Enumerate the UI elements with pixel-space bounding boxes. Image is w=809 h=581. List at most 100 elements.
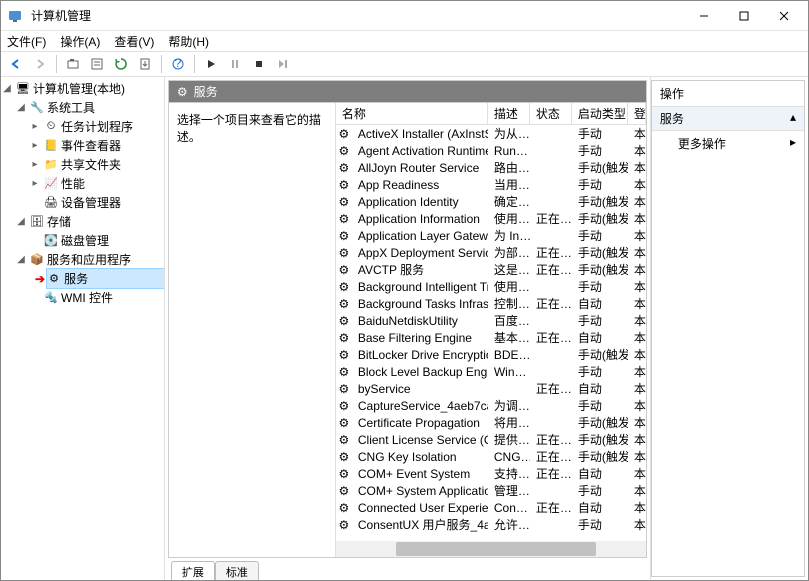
list-header: ⚙ 服务 xyxy=(168,80,647,102)
wmi-icon: 🔩 xyxy=(44,291,58,305)
gear-icon: ⚙ xyxy=(177,85,188,99)
pause-button[interactable] xyxy=(224,53,246,75)
gear-icon: ⚙ xyxy=(336,399,352,413)
gear-icon: ⚙ xyxy=(336,365,352,379)
gear-icon: ⚙ xyxy=(336,127,352,141)
svc-desc: Win… xyxy=(488,363,530,381)
services-list[interactable]: 名称 描述 状态 启动类型 登 ⚙ActiveX Installer (AxIn… xyxy=(336,103,646,557)
svc-name: CaptureService_4aeb7ca xyxy=(352,397,488,415)
svc-name: BitLocker Drive Encryption … xyxy=(352,346,488,364)
gear-icon: ⚙ xyxy=(336,178,352,192)
gear-icon: ⚙ xyxy=(336,161,352,175)
svc-status xyxy=(530,149,572,153)
menu-action[interactable]: 操作(A) xyxy=(60,33,100,50)
titlebar: 计算机管理 xyxy=(1,1,808,31)
svc-status xyxy=(530,166,572,170)
stop-button[interactable] xyxy=(248,53,270,75)
gear-icon: ⚙ xyxy=(336,246,352,260)
horizontal-scrollbar[interactable] xyxy=(336,541,646,557)
svc-status: 正在… xyxy=(530,208,572,229)
svc-status: 正在… xyxy=(530,497,572,518)
gear-icon: ⚙ xyxy=(336,314,352,328)
gear-icon: ⚙ xyxy=(336,433,352,447)
gear-icon: ⚙ xyxy=(336,195,352,209)
tab-standard[interactable]: 标准 xyxy=(215,561,259,580)
tree-disk-mgmt[interactable]: 💽磁盘管理 xyxy=(29,231,164,250)
gear-icon: ⚙ xyxy=(47,272,61,286)
maximize-button[interactable] xyxy=(724,1,764,31)
svc-status xyxy=(530,200,572,204)
gear-icon: ⚙ xyxy=(336,348,352,362)
help-button[interactable]: ? xyxy=(167,53,189,75)
svc-status: 正在… xyxy=(530,378,572,399)
tree-task-scheduler[interactable]: ▸⏲任务计划程序 xyxy=(29,117,164,136)
svc-name: ActiveX Installer (AxInstSV) xyxy=(352,125,488,143)
col-startup[interactable]: 启动类型 xyxy=(572,103,628,124)
svc-status: 正在… xyxy=(530,259,572,280)
tree-system-tools[interactable]: ◢🔧系统工具 xyxy=(15,98,164,117)
col-desc[interactable]: 描述 xyxy=(488,103,530,124)
tree-shared-folders[interactable]: ▸📁共享文件夹 xyxy=(29,155,164,174)
play-button[interactable] xyxy=(200,53,222,75)
tree-services-apps[interactable]: ◢📦服务和应用程序 xyxy=(15,250,164,269)
up-button[interactable] xyxy=(62,53,84,75)
svc-name: CNG Key Isolation xyxy=(352,448,488,466)
svc-name: Certificate Propagation xyxy=(352,414,488,432)
tree-device-manager[interactable]: 🖨设备管理器 xyxy=(29,193,164,212)
description-hint: 选择一个项目来查看它的描述。 xyxy=(177,113,321,144)
event-icon: 📒 xyxy=(44,139,58,153)
svc-desc: BDE… xyxy=(488,346,530,364)
actions-more[interactable]: 更多操作▸ xyxy=(652,131,804,156)
gear-icon: ⚙ xyxy=(336,229,352,243)
scrollbar-thumb[interactable] xyxy=(396,542,596,556)
svc-logon: 本 xyxy=(628,514,646,535)
service-row[interactable]: ⚙ConsentUX 用户服务_4aeb…允许…手动本 xyxy=(336,516,646,533)
tree-wmi[interactable]: 🔩WMI 控件 xyxy=(29,288,164,307)
svc-name: Application Identity xyxy=(352,193,488,211)
svc-name: Application Layer Gateway … xyxy=(352,227,488,245)
svc-name: byService xyxy=(352,380,488,398)
minimize-button[interactable] xyxy=(684,1,724,31)
column-headers[interactable]: 名称 描述 状态 启动类型 登 xyxy=(336,103,646,125)
svc-name: COM+ Event System xyxy=(352,465,488,483)
menu-help[interactable]: 帮助(H) xyxy=(168,33,209,50)
collapse-icon[interactable]: ▴ xyxy=(790,110,796,127)
gear-icon: ⚙ xyxy=(336,484,352,498)
gear-icon: ⚙ xyxy=(336,382,352,396)
refresh-button[interactable] xyxy=(110,53,132,75)
svc-status: 正在… xyxy=(530,327,572,348)
svc-status xyxy=(530,234,572,238)
svc-status xyxy=(530,370,572,374)
svc-name: Base Filtering Engine xyxy=(352,329,488,347)
navigation-tree[interactable]: ◢🖥计算机管理(本地) ◢🔧系统工具 ▸⏲任务计划程序 ▸📒事件查看器 ▸📁共享… xyxy=(1,77,165,580)
tree-services[interactable]: ⚙服务 xyxy=(47,269,164,288)
svc-status xyxy=(530,132,572,136)
svc-name: AllJoyn Router Service xyxy=(352,159,488,177)
col-status[interactable]: 状态 xyxy=(530,103,572,124)
col-logon[interactable]: 登 xyxy=(628,103,646,124)
gear-icon: ⚙ xyxy=(336,416,352,430)
tree-root[interactable]: ◢🖥计算机管理(本地) xyxy=(1,79,164,98)
actions-category[interactable]: 服务▴ xyxy=(652,107,804,131)
tree-storage[interactable]: ◢🗄存储 xyxy=(15,212,164,231)
properties-button[interactable] xyxy=(86,53,108,75)
restart-button[interactable] xyxy=(272,53,294,75)
tree-event-viewer[interactable]: ▸📒事件查看器 xyxy=(29,136,164,155)
tab-extended[interactable]: 扩展 xyxy=(171,561,215,580)
svc-status xyxy=(530,285,572,289)
computer-icon: 🖥 xyxy=(16,82,30,96)
svc-name: ConsentUX 用户服务_4aeb… xyxy=(352,514,488,535)
menu-view[interactable]: 查看(V) xyxy=(114,33,154,50)
actions-pane: 操作 服务▴ 更多操作▸ xyxy=(651,80,805,577)
svg-text:?: ? xyxy=(175,57,182,70)
svc-desc: 允许… xyxy=(488,514,530,535)
menu-file[interactable]: 文件(F) xyxy=(7,33,46,50)
forward-button[interactable] xyxy=(29,53,51,75)
close-button[interactable] xyxy=(764,1,804,31)
col-name[interactable]: 名称 xyxy=(336,103,488,124)
export-button[interactable] xyxy=(134,53,156,75)
back-button[interactable] xyxy=(5,53,27,75)
svc-name: Background Tasks Infrastru… xyxy=(352,295,488,313)
list-header-title: 服务 xyxy=(194,83,218,100)
tree-performance[interactable]: ▸📈性能 xyxy=(29,174,164,193)
